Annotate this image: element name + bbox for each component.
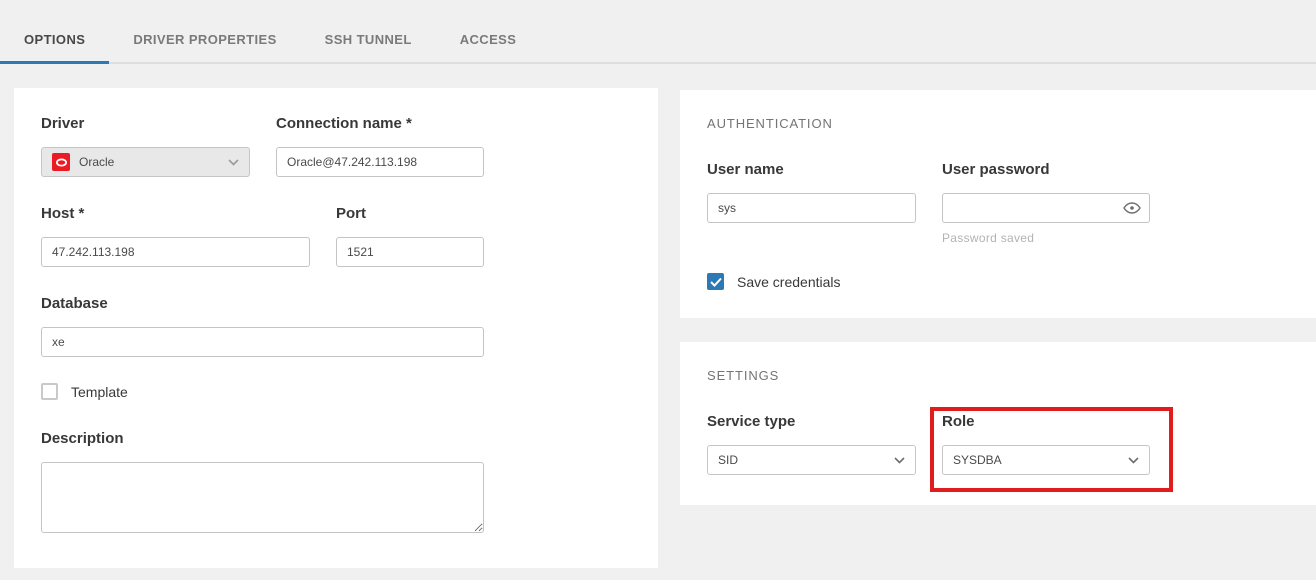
role-select[interactable]: SYSDBA (942, 445, 1150, 475)
description-label: Description (41, 430, 484, 448)
service-type-select-value: SID (718, 453, 894, 467)
driver-select-value: Oracle (79, 155, 228, 169)
save-credentials-row[interactable]: Save credentials (707, 273, 1289, 290)
chevron-down-icon (894, 457, 905, 464)
port-label: Port (336, 205, 484, 223)
eye-icon[interactable] (1123, 202, 1141, 214)
service-type-select[interactable]: SID (707, 445, 916, 475)
oracle-logo-icon (52, 153, 70, 171)
service-type-label: Service type (707, 413, 916, 431)
driver-select[interactable]: Oracle (41, 147, 250, 177)
connection-name-label: Connection name * (276, 115, 484, 133)
tab-bar: OPTIONS DRIVER PROPERTIES SSH TUNNEL ACC… (0, 0, 1316, 64)
connection-name-input[interactable] (276, 147, 484, 177)
user-password-input[interactable] (942, 193, 1150, 223)
tab-driver-properties[interactable]: DRIVER PROPERTIES (109, 17, 300, 62)
password-saved-hint: Password saved (942, 231, 1150, 245)
template-checkbox-label: Template (71, 384, 128, 400)
role-label: Role (942, 413, 1150, 431)
host-input[interactable] (41, 237, 310, 267)
chevron-down-icon (1128, 457, 1139, 464)
authentication-section-title: AUTHENTICATION (707, 116, 1289, 131)
user-password-label: User password (942, 161, 1150, 179)
tab-ssh-tunnel[interactable]: SSH TUNNEL (301, 17, 436, 62)
tab-access[interactable]: ACCESS (436, 17, 541, 62)
driver-label: Driver (41, 115, 250, 133)
settings-section-title: SETTINGS (707, 368, 1289, 383)
chevron-down-icon (228, 159, 239, 166)
settings-panel: SETTINGS Service type SID Role SYSDBA (680, 342, 1316, 505)
description-textarea[interactable] (41, 462, 484, 533)
user-name-input[interactable] (707, 193, 916, 223)
role-select-value: SYSDBA (953, 453, 1128, 467)
authentication-panel: AUTHENTICATION User name User password P… (680, 90, 1316, 318)
database-label: Database (41, 295, 484, 313)
tab-options[interactable]: OPTIONS (0, 17, 109, 62)
save-credentials-checkbox[interactable] (707, 273, 724, 290)
save-credentials-label: Save credentials (737, 274, 841, 290)
connection-options-panel: Driver Oracle Connection name * Host * (14, 88, 658, 568)
database-input[interactable] (41, 327, 484, 357)
template-checkbox-row[interactable]: Template (41, 383, 631, 400)
template-checkbox[interactable] (41, 383, 58, 400)
port-input[interactable] (336, 237, 484, 267)
user-name-label: User name (707, 161, 916, 179)
host-label: Host * (41, 205, 310, 223)
